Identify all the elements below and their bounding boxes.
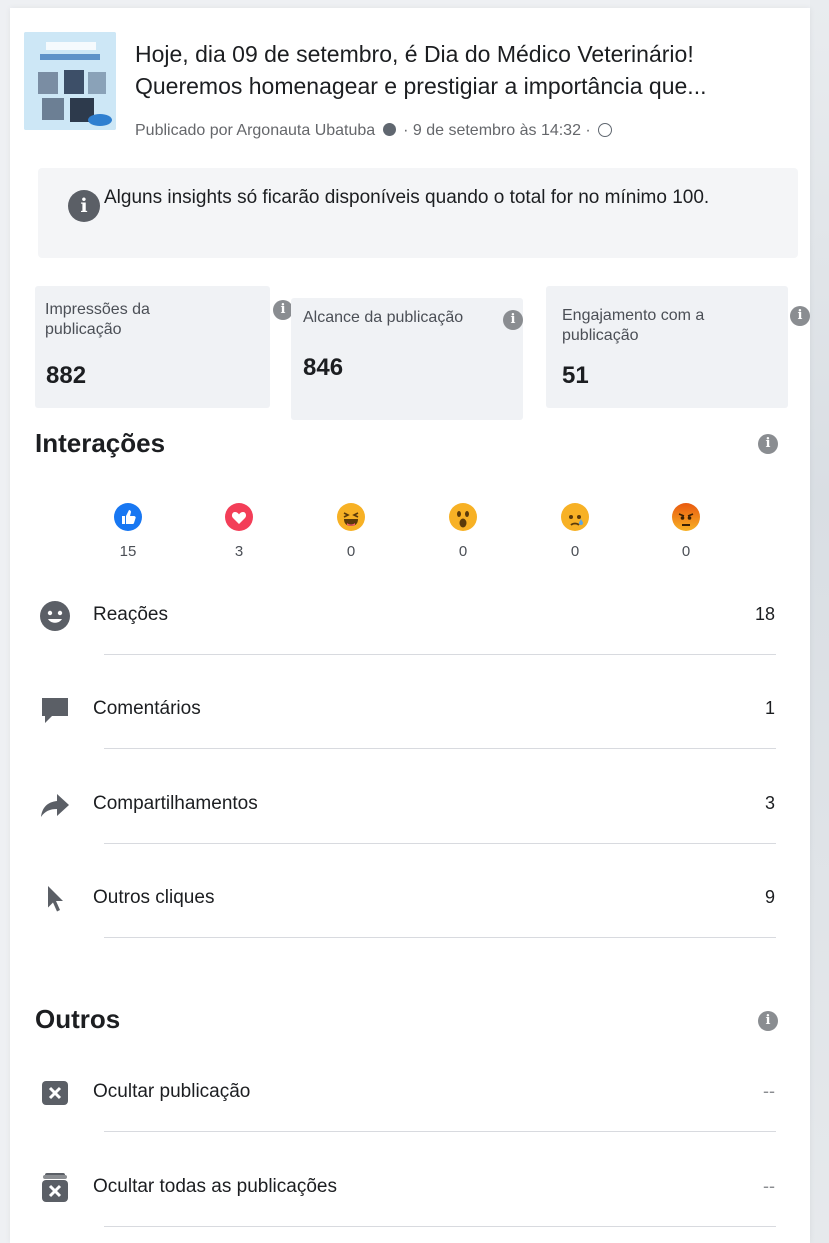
metric-card-engagement[interactable]: Engajamento com a publicação 51 i bbox=[546, 286, 810, 408]
reaction-wow[interactable]: 0 bbox=[443, 503, 483, 560]
post-title-line1: Hoje, dia 09 de setembro, é Dia do Médic… bbox=[135, 41, 694, 67]
divider bbox=[104, 843, 776, 844]
divider bbox=[104, 654, 776, 655]
background-strip bbox=[810, 0, 829, 1243]
reaction-count: 0 bbox=[346, 543, 356, 560]
row-label: Compartilhamentos bbox=[93, 793, 258, 814]
reaction-count: 15 bbox=[119, 543, 137, 560]
comment-icon bbox=[39, 694, 71, 726]
smiley-icon bbox=[39, 600, 71, 632]
row-label: Ocultar publicação bbox=[93, 1081, 251, 1102]
row-value: 1 bbox=[764, 698, 775, 718]
row-hide-all-posts[interactable]: Ocultar todas as publicações -- bbox=[35, 1158, 775, 1218]
wow-icon bbox=[449, 503, 477, 531]
metric-value: 882 bbox=[46, 362, 87, 389]
insights-notice: i Alguns insights só ficarão disponíveis… bbox=[38, 168, 798, 258]
post-thumbnail[interactable] bbox=[24, 32, 116, 130]
divider bbox=[104, 748, 776, 749]
post-author[interactable]: Publicado por Argonauta Ubatuba bbox=[135, 122, 375, 139]
row-hide-post[interactable]: Ocultar publicação -- bbox=[35, 1063, 775, 1123]
angry-icon bbox=[672, 503, 700, 531]
insights-panel: Hoje, dia 09 de setembro, é Dia do Médic… bbox=[10, 8, 810, 1243]
info-icon[interactable]: i bbox=[503, 310, 523, 330]
info-icon[interactable]: i bbox=[790, 306, 810, 326]
metric-label: Engajamento com a publicação bbox=[562, 307, 705, 344]
row-label: Outros cliques bbox=[93, 887, 215, 908]
haha-icon bbox=[337, 503, 365, 531]
info-icon[interactable]: i bbox=[758, 434, 778, 454]
metric-label: Impressões da publicação bbox=[45, 301, 150, 338]
row-label: Comentários bbox=[93, 698, 201, 719]
metric-card-reach[interactable]: Alcance da publicação 846 i bbox=[291, 298, 523, 420]
info-icon[interactable]: i bbox=[273, 300, 293, 320]
reaction-angry[interactable]: 0 bbox=[666, 503, 706, 560]
sad-icon bbox=[561, 503, 589, 531]
divider bbox=[104, 937, 776, 938]
row-value: 3 bbox=[764, 793, 775, 813]
verified-icon bbox=[382, 123, 396, 136]
metric-label: Alcance da publicação bbox=[303, 309, 464, 326]
section-title-interactions: Interações bbox=[35, 428, 166, 458]
hide-all-icon bbox=[39, 1172, 71, 1204]
row-label: Reações bbox=[93, 604, 168, 625]
like-icon bbox=[114, 503, 142, 531]
row-other-clicks[interactable]: Outros cliques 9 bbox=[35, 869, 775, 929]
metric-value: 846 bbox=[303, 354, 344, 381]
divider bbox=[104, 1131, 776, 1132]
reaction-count: 3 bbox=[234, 543, 244, 560]
love-icon bbox=[225, 503, 253, 531]
row-comments[interactable]: Comentários 1 bbox=[35, 680, 775, 740]
reaction-sad[interactable]: 0 bbox=[555, 503, 595, 560]
share-icon bbox=[39, 789, 71, 821]
post-title-line2: Queremos homenagear e prestigiar a impor… bbox=[135, 73, 707, 99]
row-value: -- bbox=[763, 1176, 775, 1196]
globe-icon bbox=[598, 123, 613, 137]
reaction-like[interactable]: 15 bbox=[108, 503, 148, 560]
row-label: Ocultar todas as publicações bbox=[93, 1176, 337, 1197]
info-icon: i bbox=[68, 190, 100, 222]
reaction-count: 0 bbox=[681, 543, 691, 560]
row-value: 18 bbox=[754, 604, 775, 624]
section-title-others: Outros bbox=[35, 1004, 121, 1034]
row-reactions[interactable]: Reações 18 bbox=[35, 586, 775, 646]
row-value: -- bbox=[763, 1081, 775, 1101]
post-title[interactable]: Hoje, dia 09 de setembro, é Dia do Médic… bbox=[135, 38, 795, 102]
row-value: 9 bbox=[764, 887, 775, 907]
metric-card-impressions[interactable]: Impressões da publicação 882 i bbox=[35, 286, 293, 408]
reaction-love[interactable]: 3 bbox=[219, 503, 259, 560]
reaction-count: 0 bbox=[458, 543, 468, 560]
post-date[interactable]: · 9 de setembro às 14:32 · bbox=[403, 122, 591, 139]
hide-post-icon bbox=[39, 1077, 71, 1109]
notice-text: Alguns insights só ficarão disponíveis q… bbox=[104, 187, 710, 208]
row-shares[interactable]: Compartilhamentos 3 bbox=[35, 775, 775, 835]
divider bbox=[104, 1226, 776, 1227]
info-icon[interactable]: i bbox=[758, 1011, 778, 1031]
reaction-haha[interactable]: 0 bbox=[331, 503, 371, 560]
cursor-icon bbox=[39, 883, 71, 915]
reaction-count: 0 bbox=[570, 543, 580, 560]
metric-value: 51 bbox=[562, 362, 589, 389]
post-meta: Publicado por Argonauta Ubatuba · 9 de s… bbox=[135, 122, 613, 140]
